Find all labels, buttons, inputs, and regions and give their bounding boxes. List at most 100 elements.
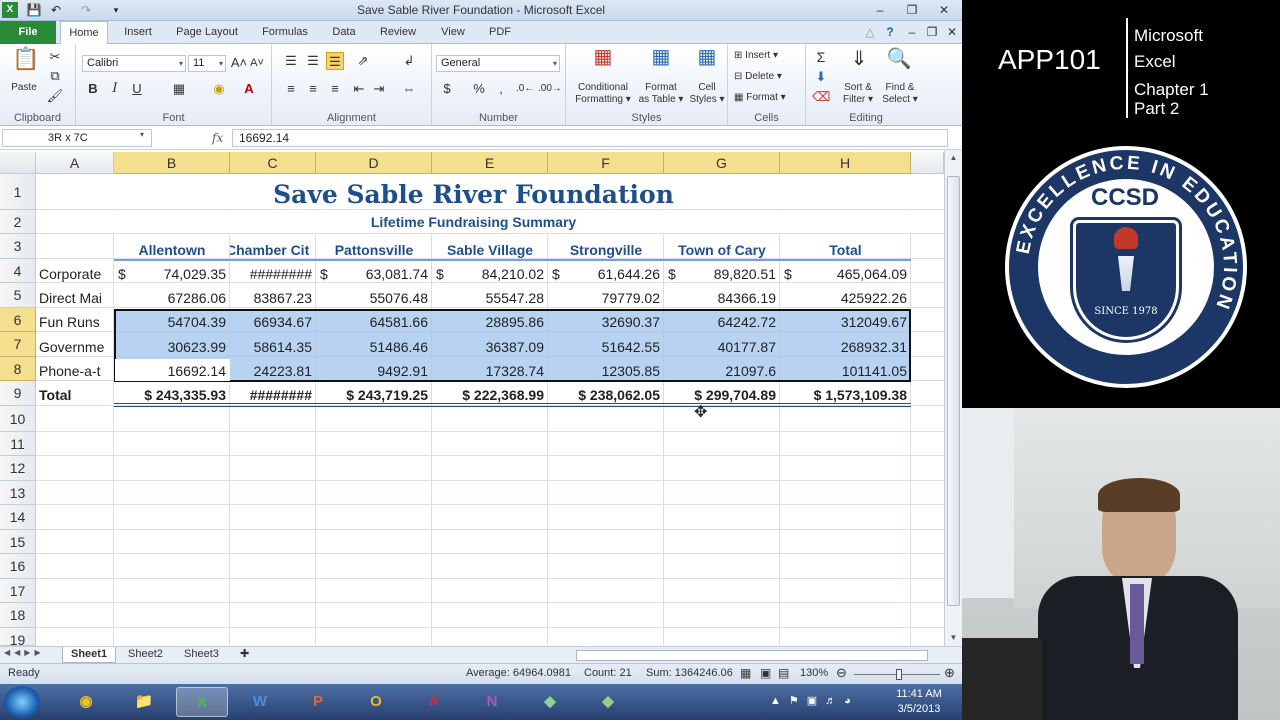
zoom-in-icon[interactable]: ⊕ <box>944 665 955 681</box>
shrink-font-icon[interactable]: A˅ <box>248 54 266 72</box>
conditional-formatting-icon[interactable]: ▦ <box>590 47 616 74</box>
increase-indent-icon[interactable]: ⇥ <box>370 80 388 98</box>
name-box[interactable]: 3R x 7C <box>2 129 152 147</box>
cell-f7[interactable]: 51642.55 <box>548 335 664 359</box>
cell-e9[interactable]: $ 222,368.99 <box>432 383 548 407</box>
label-fun-runs[interactable]: Fun Runs <box>39 310 113 334</box>
sort-filter-button[interactable]: Sort & Filter ▾ <box>836 82 880 106</box>
cell-d5[interactable]: 55076.48 <box>316 286 432 310</box>
column-header-f[interactable]: F <box>548 152 664 174</box>
cell-h5[interactable]: 425922.26 <box>780 286 911 310</box>
vertical-scrollbar[interactable]: ▲ ▼ <box>944 150 962 646</box>
scroll-thumb[interactable] <box>947 176 960 606</box>
cell-e8[interactable]: 17328.74 <box>432 359 548 383</box>
cell-e7[interactable]: 36387.09 <box>432 335 548 359</box>
row-header-17[interactable]: 17 <box>0 579 36 603</box>
insert-cells-button[interactable]: ⊞ Insert ▾ <box>734 50 804 62</box>
align-center-icon[interactable]: ≡ <box>304 80 322 98</box>
cell-f9[interactable]: $ 238,062.05 <box>548 383 664 407</box>
cell-h6[interactable]: 312049.67 <box>780 310 911 334</box>
row-header-1[interactable]: 1 <box>0 174 36 210</box>
cell-d7[interactable]: 51486.46 <box>316 335 432 359</box>
borders-icon[interactable]: ▦ <box>170 80 188 98</box>
cell-e5[interactable]: 55547.28 <box>432 286 548 310</box>
sort-filter-icon[interactable]: ⇓ <box>846 49 872 76</box>
cell-f6[interactable]: 32690.37 <box>548 310 664 334</box>
cell-g7[interactable]: 40177.87 <box>664 335 780 359</box>
zoom-slider-thumb[interactable] <box>896 669 902 680</box>
sheet-tab-2[interactable]: Sheet2 <box>120 647 171 663</box>
cell-styles-icon[interactable]: ▦ <box>694 47 720 74</box>
copy-icon[interactable]: ⧉ <box>46 67 64 85</box>
powerpoint-icon[interactable]: P <box>292 687 344 717</box>
find-select-button[interactable]: Find & Select ▾ <box>878 82 922 106</box>
paste-button[interactable]: Paste <box>4 82 44 94</box>
row-header-10[interactable]: 10 <box>0 406 36 432</box>
row-header-6[interactable]: 6 <box>0 308 36 332</box>
row-header-7[interactable]: 7 <box>0 332 36 357</box>
row-header-16[interactable]: 16 <box>0 554 36 579</box>
number-format-box[interactable]: General ▾ <box>436 55 560 72</box>
cell-b6[interactable]: 54704.39 <box>114 310 230 334</box>
grow-font-icon[interactable]: A˄ <box>230 54 248 72</box>
page-layout-view-icon[interactable]: ▣ <box>760 666 771 680</box>
cell-b8[interactable]: 16692.14 <box>114 359 230 383</box>
merge-center-icon[interactable]: ⇔ <box>400 80 418 98</box>
wrap-text-icon[interactable]: ↲ <box>400 52 418 70</box>
label-corporate[interactable]: Corporate <box>39 262 113 286</box>
align-bottom-icon[interactable]: ☰ <box>326 52 344 70</box>
cell-h9[interactable]: $ 1,573,109.38 <box>780 383 911 407</box>
cell-b7[interactable]: 30623.99 <box>114 335 230 359</box>
tab-page-layout[interactable]: Page Layout <box>170 21 244 44</box>
fill-icon[interactable]: ⬇ <box>812 68 830 86</box>
clear-icon[interactable]: ⌫ <box>812 88 830 106</box>
cell-e6[interactable]: 28895.86 <box>432 310 548 334</box>
app-icon-2[interactable]: ◆ <box>582 687 634 717</box>
underline-button[interactable]: U <box>128 80 146 98</box>
column-header-d[interactable]: D <box>316 152 432 174</box>
autosum-icon[interactable]: Σ <box>812 48 830 66</box>
restore-icon[interactable]: ❐ <box>898 1 926 19</box>
cell-g8[interactable]: 21097.6 <box>664 359 780 383</box>
row-header-14[interactable]: 14 <box>0 505 36 530</box>
row-header-3[interactable]: 3 <box>0 234 36 259</box>
cell-b4[interactable]: $74,029.35 <box>114 262 230 286</box>
cell-c9[interactable]: ######## <box>230 383 316 407</box>
row-header-2[interactable]: 2 <box>0 210 36 234</box>
minimize-icon[interactable]: – <box>866 1 894 19</box>
chrome-icon[interactable]: ◉ <box>60 687 112 717</box>
increase-decimal-icon[interactable]: .0← <box>516 80 534 98</box>
sheet-nav-icons[interactable]: ◀◀▶▶ <box>4 648 45 657</box>
row-header-8[interactable]: 8 <box>0 357 36 381</box>
align-top-icon[interactable]: ☰ <box>282 52 300 70</box>
cell-c5[interactable]: 83867.23 <box>230 286 316 310</box>
tab-formulas[interactable]: Formulas <box>256 21 314 44</box>
cell-c6[interactable]: 66934.67 <box>230 310 316 334</box>
column-header-h[interactable]: H <box>780 152 911 174</box>
cell-g6[interactable]: 64242.72 <box>664 310 780 334</box>
row-header-12[interactable]: 12 <box>0 456 36 481</box>
cell-h7[interactable]: 268932.31 <box>780 335 911 359</box>
label-total[interactable]: Total <box>39 383 113 407</box>
font-size-box[interactable]: 11 ▾ <box>188 55 226 72</box>
cell-d8[interactable]: 9492.91 <box>316 359 432 383</box>
cell-g9[interactable]: $ 299,704.89 <box>664 383 780 407</box>
normal-view-icon[interactable]: ▦ <box>740 666 751 680</box>
close-icon[interactable]: ✕ <box>930 1 958 19</box>
italic-button[interactable]: I <box>106 80 124 98</box>
excel-taskbar-icon[interactable]: X <box>176 687 228 717</box>
percent-button[interactable]: % <box>470 80 488 98</box>
sheet-tab-1[interactable]: Sheet1 <box>62 647 117 663</box>
insert-function-button[interactable]: fx <box>212 129 228 147</box>
word-icon[interactable]: W <box>234 687 286 717</box>
format-cells-button[interactable]: ▦ Format ▾ <box>734 92 804 104</box>
conditional-formatting-button[interactable]: Conditional Formatting ▾ <box>570 82 636 106</box>
clock[interactable]: 11:41 AM 3/5/2013 <box>878 687 960 717</box>
format-painter-icon[interactable]: 🖌 <box>46 87 64 105</box>
row-header-19[interactable]: 19 <box>0 628 36 646</box>
cell-h4[interactable]: $465,064.09 <box>780 262 911 286</box>
align-left-icon[interactable]: ≡ <box>282 80 300 98</box>
cell-g4[interactable]: $89,820.51 <box>664 262 780 286</box>
app-icon-1[interactable]: ◆ <box>524 687 576 717</box>
align-right-icon[interactable]: ≡ <box>326 80 344 98</box>
